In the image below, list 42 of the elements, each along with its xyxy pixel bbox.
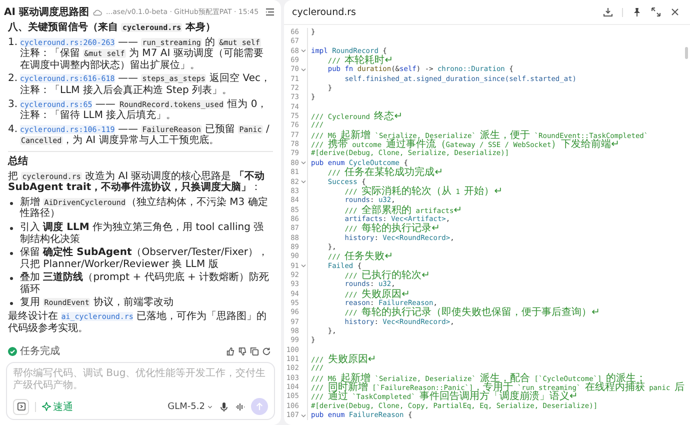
fold-chevron-icon[interactable] bbox=[300, 414, 306, 418]
fold-chevron-icon[interactable] bbox=[300, 49, 306, 54]
thumbs-up-icon[interactable] bbox=[226, 346, 235, 356]
waveform-icon[interactable] bbox=[235, 402, 245, 412]
pin-icon[interactable] bbox=[632, 7, 642, 17]
terminal-icon bbox=[16, 402, 26, 411]
list-number: 1. bbox=[8, 36, 17, 50]
cloud-icon bbox=[92, 8, 102, 16]
arrow-up-icon bbox=[255, 402, 264, 411]
fold-chevron-icon[interactable] bbox=[300, 161, 306, 166]
file-name: cycleround.rs bbox=[292, 6, 358, 18]
list-number: 4. bbox=[8, 124, 17, 137]
check-circle-icon bbox=[8, 346, 17, 356]
list-number: 2. bbox=[8, 73, 17, 86]
thumbs-down-icon[interactable] bbox=[238, 346, 247, 356]
bullet-icon bbox=[10, 202, 13, 205]
attach-button[interactable] bbox=[13, 398, 29, 414]
model-dropdown[interactable]: GLM-5.2 bbox=[168, 402, 213, 412]
list-number: 3. bbox=[8, 98, 17, 112]
close-icon[interactable] bbox=[670, 7, 680, 17]
list-item-text: 引入 调度 LLM 作为独立第三角色，用 tool calling 强制结构化决策 bbox=[20, 222, 265, 246]
chat-title: AI 驱动调度思路图 bbox=[4, 5, 89, 19]
microphone-icon[interactable] bbox=[219, 402, 229, 412]
bullet-icon bbox=[10, 277, 13, 280]
bullet-icon bbox=[10, 252, 13, 256]
bullet-icon bbox=[10, 302, 13, 306]
mode-button[interactable]: 速通 bbox=[42, 400, 73, 414]
list-icon[interactable] bbox=[265, 7, 275, 17]
refresh-icon[interactable] bbox=[262, 346, 271, 356]
download-icon[interactable] bbox=[603, 7, 613, 17]
bullet-icon bbox=[10, 226, 13, 230]
section-heading: 总结 bbox=[8, 156, 29, 168]
fold-chevron-icon[interactable] bbox=[300, 68, 306, 72]
status-text: 任务完成 bbox=[20, 344, 60, 358]
sparkle-icon bbox=[42, 402, 51, 411]
expand-icon[interactable] bbox=[651, 7, 661, 17]
chevron-down-icon bbox=[207, 404, 213, 410]
fold-chevron-icon[interactable] bbox=[300, 180, 306, 184]
copy-icon[interactable] bbox=[250, 346, 259, 356]
list-item-text: 叠加 三道防线（prompt + 代码兜底 + 计数熔断）防死循环 bbox=[20, 272, 270, 296]
fold-chevron-icon[interactable] bbox=[300, 264, 306, 268]
list-item-text: 保留 确定性 SubAgent（Observer/Tester/Fixer），只把 Planner/Worker/Reviewer 换 LLM 版 bbox=[20, 247, 269, 270]
